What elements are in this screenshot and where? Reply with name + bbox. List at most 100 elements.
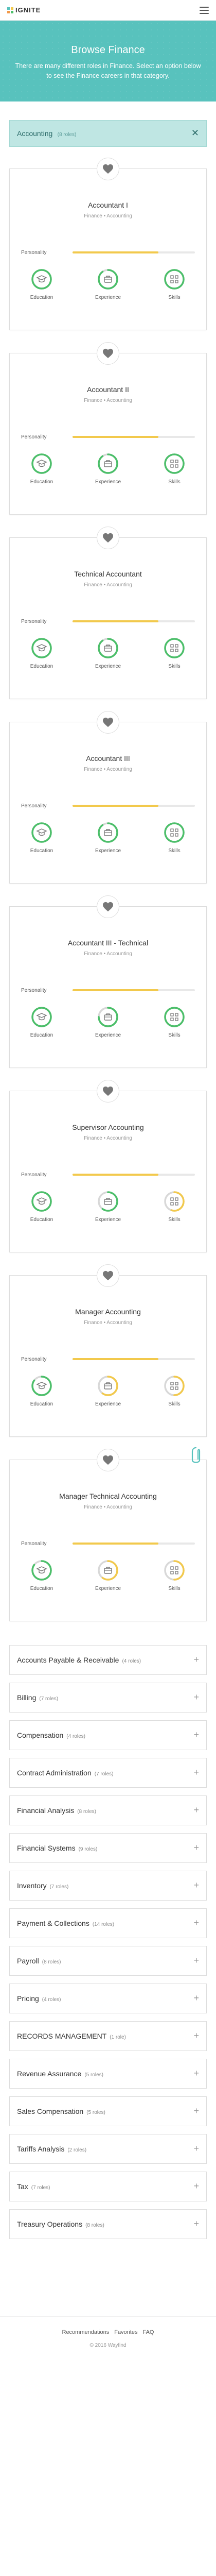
skills-label: Skills — [168, 1401, 181, 1407]
plus-icon[interactable]: + — [193, 2143, 199, 2154]
role-title[interactable]: Accountant I — [10, 201, 206, 209]
skills-metric: Skills — [154, 452, 195, 485]
plus-icon[interactable]: + — [193, 1880, 199, 1891]
logo[interactable]: IGNITE — [7, 6, 41, 14]
experience-metric: Experience — [87, 637, 129, 669]
favorite-button[interactable] — [97, 895, 119, 918]
footer: Recommendations Favorites FAQ © 2016 Wayfi… — [0, 2316, 216, 2364]
category-name: Payroll — [17, 1956, 39, 1965]
education-metric: Education — [21, 268, 62, 300]
favorite-button[interactable] — [97, 1264, 119, 1287]
role-card[interactable]: Accountant I Finance • Accounting Personal… — [9, 157, 207, 330]
experience-metric: Experience — [87, 1190, 129, 1223]
category-accordion-item[interactable]: Inventory (7 roles) + — [9, 1870, 207, 1901]
category-accordion-item[interactable]: RECORDS MANAGEMENT (1 role) + — [9, 2021, 207, 2051]
role-subtitle: Finance • Accounting — [84, 766, 132, 772]
role-card[interactable]: Accountant II Finance • Accounting Persona… — [9, 342, 207, 515]
copyright: © 2016 Wayfind — [89, 2342, 127, 2348]
footer-links: Recommendations Favorites FAQ — [0, 2328, 216, 2335]
experience-label: Experience — [95, 1032, 121, 1038]
metrics-row: Education Experience Skills — [10, 1190, 206, 1223]
plus-icon[interactable]: + — [193, 1730, 199, 1740]
role-title[interactable]: Manager Accounting — [10, 1308, 206, 1316]
category-accordion-item[interactable]: Revenue Assurance (5 roles) + — [9, 2058, 207, 2089]
plus-icon[interactable]: + — [193, 1993, 199, 2004]
plus-icon[interactable]: + — [193, 1692, 199, 1703]
personality-bar — [73, 620, 195, 622]
category-accordion-item[interactable]: Pricing (4 roles) + — [9, 1983, 207, 2013]
favorite-button[interactable] — [97, 342, 119, 365]
role-card[interactable]: Accountant III - Technical Finance • Acco… — [9, 895, 207, 1068]
personality-bar — [73, 1174, 195, 1176]
experience-metric: Experience — [87, 821, 129, 854]
role-card[interactable]: Manager Accounting Finance • Accounting Pe… — [9, 1264, 207, 1437]
education-label: Education — [30, 479, 53, 485]
metrics-row: Education Experience Skills — [10, 637, 206, 669]
category-accordion-item[interactable]: Contract Administration (7 roles) + — [9, 1757, 207, 1788]
experience-label: Experience — [95, 294, 121, 300]
footer-link[interactable]: FAQ — [142, 2329, 154, 2335]
plus-icon[interactable]: + — [193, 1955, 199, 1966]
close-icon[interactable]: ✕ — [191, 128, 199, 139]
category-count: (4 roles) — [42, 1996, 61, 2003]
category-name: Treasury Operations — [17, 2219, 83, 2228]
footer-link[interactable]: Recommendations — [62, 2329, 110, 2335]
favorite-button[interactable] — [97, 157, 119, 180]
favorite-button[interactable] — [97, 1079, 119, 1103]
category-accordion-item[interactable]: Tax (7 roles) + — [9, 2171, 207, 2201]
top-bar: IGNITE — [0, 0, 216, 21]
category-accordion-item[interactable]: Accounts Payable & Receivable (4 roles) + — [9, 1645, 207, 1675]
education-icon — [30, 1190, 53, 1213]
category-accordion-item[interactable]: Billing (7 roles) + — [9, 1682, 207, 1713]
plus-icon[interactable]: + — [193, 2068, 199, 2079]
plus-icon[interactable]: + — [193, 2106, 199, 2116]
role-card[interactable]: Manager Technical Accounting Finance • Ac… — [9, 1447, 207, 1621]
plus-icon[interactable]: + — [193, 1805, 199, 1816]
category-accordion-item[interactable]: Payroll (8 roles) + — [9, 1945, 207, 1976]
category-accordion-item[interactable]: Financial Analysis (8 roles) + — [9, 1795, 207, 1825]
role-title[interactable]: Technical Accountant — [10, 570, 206, 578]
favorite-button[interactable] — [97, 526, 119, 549]
role-title[interactable]: Accountant II — [10, 385, 206, 394]
plus-icon[interactable]: + — [193, 2030, 199, 2041]
category-name: Sales Compensation — [17, 2107, 84, 2115]
category-accordion-item[interactable]: Compensation (4 roles) + — [9, 1720, 207, 1750]
education-icon — [30, 1559, 53, 1582]
favorite-button[interactable] — [97, 710, 119, 734]
plus-icon[interactable]: + — [193, 1767, 199, 1778]
skills-metric: Skills — [154, 1559, 195, 1591]
category-accordion-item[interactable]: Payment & Collections (14 roles) + — [9, 1908, 207, 1938]
category-accordion-item[interactable]: Financial Systems (9 roles) + — [9, 1833, 207, 1863]
briefcase-icon — [97, 452, 119, 475]
plus-icon[interactable]: + — [193, 1654, 199, 1665]
education-metric: Education — [21, 1559, 62, 1591]
plus-icon[interactable]: + — [193, 2181, 199, 2192]
role-title[interactable]: Supervisor Accounting — [10, 1123, 206, 1131]
category-accordion-item[interactable]: Tariffs Analysis (2 roles) + — [9, 2133, 207, 2164]
role-title[interactable]: Accountant III — [10, 754, 206, 762]
favorite-button[interactable] — [97, 1448, 119, 1471]
role-title[interactable]: Manager Technical Accounting — [10, 1492, 206, 1500]
hero-banner: Browse Finance There are many different … — [0, 21, 216, 101]
role-card[interactable]: Technical Accountant Finance • Accounting… — [9, 526, 207, 699]
briefcase-icon — [97, 821, 119, 844]
personality-fill — [73, 1174, 158, 1176]
role-card[interactable]: Supervisor Accounting Finance • Accountin… — [9, 1079, 207, 1252]
plus-icon[interactable]: + — [193, 1918, 199, 1928]
education-label: Education — [30, 1216, 53, 1223]
category-name: Billing — [17, 1693, 37, 1702]
footer-link[interactable]: Favorites — [114, 2329, 137, 2335]
plus-icon[interactable]: + — [193, 2218, 199, 2229]
category-header-accounting[interactable]: Accounting (8 roles) ✕ — [9, 120, 207, 147]
personality-row: Personality — [21, 1541, 195, 1547]
category-count: (7 roles) — [31, 2184, 50, 2191]
category-accordion-item[interactable]: Sales Compensation (5 roles) + — [9, 2096, 207, 2126]
plus-icon[interactable]: + — [193, 1842, 199, 1853]
role-card[interactable]: Accountant III Finance • Accounting Person… — [9, 710, 207, 884]
skills-metric: Skills — [154, 1006, 195, 1038]
hamburger-menu-icon[interactable] — [200, 6, 209, 14]
category-accordion-item[interactable]: Treasury Operations (8 roles) + — [9, 2209, 207, 2239]
role-subtitle: Finance • Accounting — [84, 1319, 132, 1326]
experience-metric: Experience — [87, 1559, 129, 1591]
role-title[interactable]: Accountant III - Technical — [10, 939, 206, 947]
